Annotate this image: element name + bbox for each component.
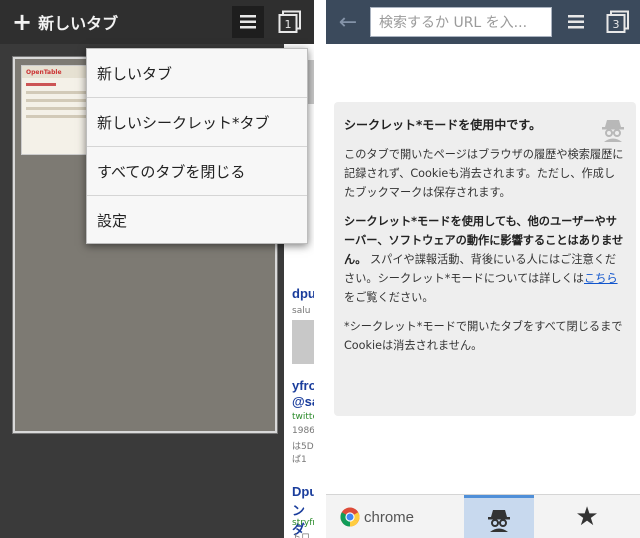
chrome-logo-icon xyxy=(340,507,360,527)
menu-button[interactable] xyxy=(562,8,590,36)
background-link: @sa xyxy=(292,394,314,409)
incognito-paragraph-1: このタブで開いたページはブラウザの履歴や検索履歴に記録されず、Cookieも消去… xyxy=(344,148,624,199)
omnibox-placeholder: 検索するか URL を入... xyxy=(379,15,528,31)
tab-switcher-button[interactable]: 3 xyxy=(606,10,630,34)
background-text: salu xyxy=(292,306,311,316)
right-screen: ← 検索するか URL を入... 3 シークレット*モードを使用中です。 この… xyxy=(326,0,640,538)
background-image xyxy=(292,320,314,364)
learn-more-link[interactable]: こちら xyxy=(584,272,618,285)
incognito-paragraph-3: *シークレット*モードで開いたタブをすべて閉じるまでCookieは消去されません… xyxy=(344,320,623,352)
menu-item-new-tab[interactable]: 新しいタブ xyxy=(87,49,307,98)
incognito-title: シークレット*モードを使用中です。 xyxy=(344,118,542,132)
incognito-mode-tab[interactable] xyxy=(464,495,534,538)
incognito-paragraph-2-end: をご覧ください。 xyxy=(344,291,434,304)
background-link: dpu xyxy=(292,286,314,301)
chrome-label: chrome xyxy=(364,508,415,526)
left-screen: + 新しいタブ 1 OpenTable dpu salu yfro @s twi… xyxy=(0,0,314,538)
new-tab-label: 新しいタブ xyxy=(38,14,119,33)
incognito-info-box: シークレット*モードを使用中です。 このタブで開いたページはブラウザの履歴や検索… xyxy=(334,102,636,416)
plus-icon: + xyxy=(12,8,33,36)
background-link: yfro xyxy=(292,378,314,393)
incognito-paragraph-2: シークレット*モードを使用しても、他のユーザーやサーバー、ソフトウェアの動作に影… xyxy=(344,212,626,307)
background-text: トロ xyxy=(292,533,311,538)
background-link: Dpu xyxy=(292,484,314,499)
menu-item-settings[interactable]: 設定 xyxy=(87,196,307,245)
bookmarks-tab[interactable]: ★ xyxy=(534,495,640,538)
back-arrow-icon: ← xyxy=(338,9,358,35)
tab-count: 1 xyxy=(285,18,292,31)
menu-item-close-all-tabs[interactable]: すべてのタブを閉じる xyxy=(87,147,307,196)
incognito-icon xyxy=(488,509,510,532)
tab-switcher-icon: 1 xyxy=(278,10,301,33)
background-text: 1986 xyxy=(292,426,314,436)
menu-icon xyxy=(568,15,584,29)
tab-switcher-icon: 3 xyxy=(606,10,629,33)
background-url: stryfr xyxy=(292,518,314,528)
background-text: は5D xyxy=(292,442,314,452)
left-toolbar: + 新しいタブ 1 xyxy=(0,0,314,44)
chrome-mode-tab[interactable]: chrome xyxy=(326,495,464,538)
back-button[interactable]: ← xyxy=(334,8,362,36)
menu-icon xyxy=(240,15,256,29)
star-icon: ★ xyxy=(575,502,599,532)
thumbnail-logo: OpenTable xyxy=(26,68,62,76)
menu-button[interactable] xyxy=(232,6,264,38)
incognito-spy-icon xyxy=(602,120,624,142)
background-text: ば1 xyxy=(292,455,307,465)
incognito-toolbar: ← 検索するか URL を入... 3 xyxy=(326,0,640,44)
background-url: twitte xyxy=(292,412,314,422)
incognito-paragraph-2-text: スパイや諜報活動、背後にいる人にはご注意ください。シークレット*モードについては… xyxy=(344,253,617,285)
omnibox-input[interactable]: 検索するか URL を入... xyxy=(370,7,552,37)
menu-item-new-incognito-tab[interactable]: 新しいシークレット*タブ xyxy=(87,98,307,147)
overflow-menu: 新しいタブ 新しいシークレット*タブ すべてのタブを閉じる 設定 xyxy=(86,48,308,244)
tab-count: 3 xyxy=(613,18,620,31)
bottom-mode-bar: chrome ★ xyxy=(326,494,640,538)
new-tab-button[interactable]: + 新しいタブ xyxy=(12,8,118,36)
tab-switcher-button[interactable]: 1 xyxy=(278,10,302,34)
